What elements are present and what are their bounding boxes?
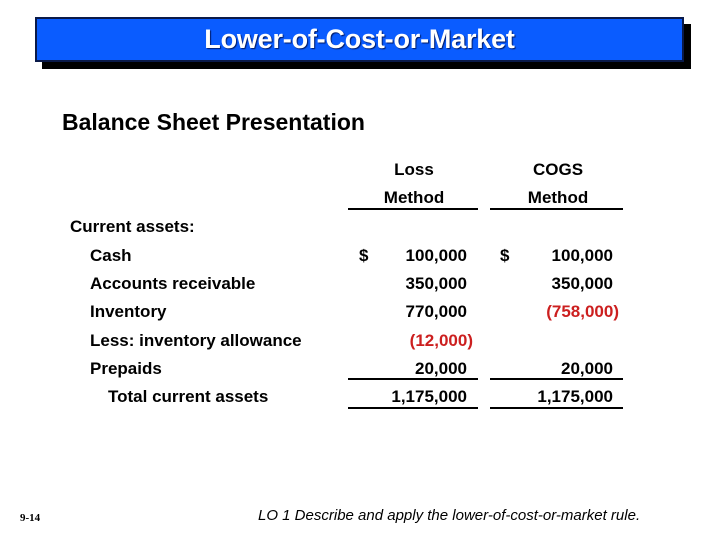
- total-cogs-value: 1,175,000: [537, 387, 613, 406]
- section-label-current-assets: Current assets:: [70, 217, 195, 236]
- slide-subtitle: Balance Sheet Presentation: [62, 109, 365, 135]
- header-rule-cogs: [490, 208, 623, 210]
- subtotal-rule-cogs: [490, 378, 623, 380]
- row-label-accounts-receivable: Accounts receivable: [90, 274, 256, 293]
- row-label-inventory: Inventory: [90, 302, 167, 321]
- title-banner: Lower-of-Cost-or-Market: [35, 17, 684, 62]
- ar-cogs-value: 350,000: [551, 274, 613, 293]
- learning-objective: LO 1 Describe and apply the lower-of-cos…: [258, 507, 641, 524]
- column-header-cogs-line2: Method: [527, 188, 589, 207]
- total-loss-value: 1,175,000: [391, 387, 467, 406]
- row-label-cash: Cash: [90, 246, 132, 265]
- total-rule-loss: [348, 407, 478, 409]
- total-rule-cogs: [490, 407, 623, 409]
- column-header-loss-line2: Method: [383, 188, 445, 207]
- prepaids-loss-value: 20,000: [415, 359, 467, 378]
- currency-symbol-cogs: $: [500, 246, 510, 265]
- prepaids-cogs-value: 20,000: [561, 359, 613, 378]
- slide-title: Lower-of-Cost-or-Market: [204, 24, 515, 54]
- header-rule-loss: [348, 208, 478, 210]
- row-label-inventory-allowance: Less: inventory allowance: [90, 331, 302, 350]
- allowance-loss-value: (12,000): [409, 331, 473, 350]
- column-header-loss-line1: Loss: [394, 160, 434, 179]
- slide-number: 9-14: [20, 512, 41, 524]
- row-label-prepaids: Prepaids: [90, 359, 162, 378]
- ar-loss-value: 350,000: [405, 274, 467, 293]
- row-label-total-current-assets: Total current assets: [108, 387, 269, 406]
- inventory-cogs-value: (758,000): [546, 302, 619, 321]
- inventory-loss-value: 770,000: [405, 302, 467, 321]
- column-header-cogs-line1: COGS: [532, 160, 584, 179]
- cash-loss-value: 100,000: [405, 246, 467, 265]
- subtotal-rule-loss: [348, 378, 478, 380]
- cash-cogs-value: 100,000: [551, 246, 613, 265]
- currency-symbol-loss: $: [359, 246, 369, 265]
